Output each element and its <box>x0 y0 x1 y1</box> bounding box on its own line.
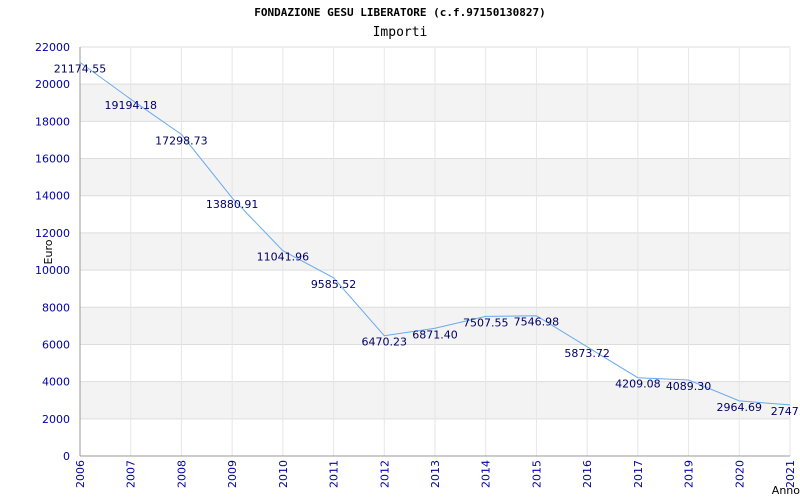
data-label: 19194.18 <box>104 99 157 112</box>
x-tick-label: 2006 <box>74 460 87 488</box>
x-tick-label: 2017 <box>632 460 645 488</box>
y-tick-label: 8000 <box>42 301 70 314</box>
data-label: 7507.55 <box>463 316 509 329</box>
x-tick-label: 2009 <box>226 460 239 488</box>
x-tick-label: 2008 <box>175 460 188 488</box>
data-label: 11041.96 <box>257 251 310 264</box>
data-label: 4089.30 <box>666 380 712 393</box>
x-tick-label: 2015 <box>530 460 543 488</box>
x-tick-label: 2020 <box>733 460 746 488</box>
data-label: 5873.72 <box>564 347 610 360</box>
x-tick-label: 2011 <box>328 460 341 488</box>
data-label: 17298.73 <box>155 134 208 147</box>
x-axis-title: Anno <box>772 484 800 497</box>
x-tick-label: 2014 <box>480 460 493 488</box>
y-tick-label: 0 <box>63 450 70 463</box>
plot-area: 0 2000 4000 6000 8000 10000 12000 14000 16000 180… <box>35 41 800 497</box>
data-label: 2747.5 <box>771 405 800 418</box>
y-tick-label: 4000 <box>42 376 70 389</box>
data-label: 4209.08 <box>615 378 661 391</box>
x-tick-label: 2007 <box>125 460 138 488</box>
y-tick-label: 20000 <box>35 78 70 91</box>
x-tick-label: 2016 <box>581 460 594 488</box>
y-tick-label: 16000 <box>35 153 70 166</box>
data-label: 9585.52 <box>311 278 357 291</box>
x-tick-label: 2012 <box>378 460 391 488</box>
y-axis-title: Euro <box>42 239 55 264</box>
y-tick-label: 2000 <box>42 413 70 426</box>
y-tick-label: 6000 <box>42 338 70 351</box>
data-label: 6871.40 <box>412 328 458 341</box>
y-tick-label: 18000 <box>35 115 70 128</box>
x-tick-label: 2010 <box>277 460 290 488</box>
data-label: 6470.23 <box>362 336 408 349</box>
data-label: 2964.69 <box>717 401 763 414</box>
x-tick-label: 2013 <box>429 460 442 488</box>
y-tick-label: 10000 <box>35 264 70 277</box>
chart: FONDAZIONE GESU LIBERATORE (c.f.97150130… <box>0 0 800 500</box>
data-label: 7546.98 <box>514 316 560 329</box>
data-label: 21174.55 <box>54 62 107 75</box>
y-tick-label: 22000 <box>35 41 70 54</box>
x-tick-label: 2019 <box>683 460 696 488</box>
y-tick-label: 12000 <box>35 227 70 240</box>
data-label: 13880.91 <box>206 198 259 211</box>
y-tick-label: 14000 <box>35 190 70 203</box>
